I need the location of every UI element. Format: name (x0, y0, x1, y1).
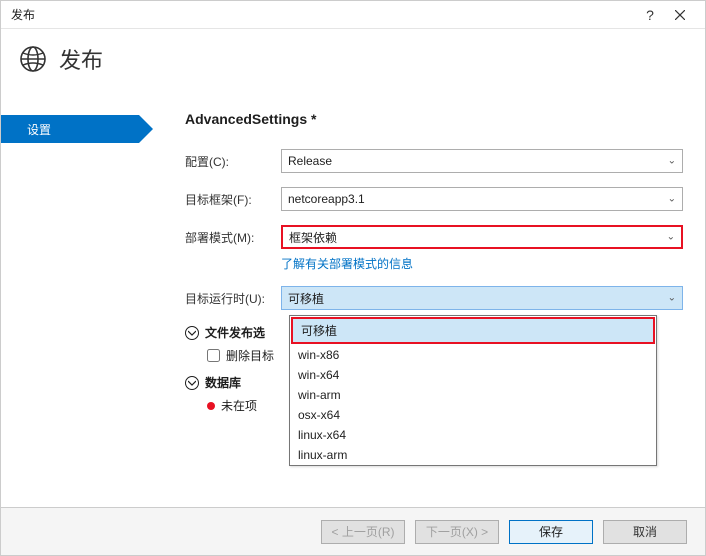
row-framework: 目标框架(F): netcoreapp3.1 ⌄ (185, 187, 683, 211)
titlebar: 发布 ? (1, 1, 705, 29)
chevron-down-icon: ⌄ (668, 293, 676, 304)
collapse-icon (185, 376, 199, 390)
close-button[interactable] (665, 7, 695, 23)
page-title: 发布 (59, 43, 103, 75)
dropdown-option[interactable]: linux-arm (290, 445, 656, 465)
delete-target-label: 删除目标 (226, 347, 274, 364)
sidebar-tab-settings[interactable]: 设置 (1, 115, 139, 143)
runtime-value: 可移植 (288, 290, 324, 307)
deploy-mode-select[interactable]: 框架依赖 ⌄ (281, 225, 683, 249)
dropdown-option[interactable]: 可移植 (291, 317, 655, 344)
deploy-mode-label: 部署模式(M): (185, 229, 281, 246)
section-title: AdvancedSettings * (185, 111, 683, 127)
prev-button[interactable]: < 上一页(R) (321, 520, 405, 544)
config-value: Release (288, 154, 332, 168)
sidebar: 设置 (1, 93, 179, 424)
config-select[interactable]: Release ⌄ (281, 149, 683, 173)
save-button[interactable]: 保存 (509, 520, 593, 544)
dropdown-option[interactable]: win-x86 (290, 345, 656, 365)
framework-label: 目标框架(F): (185, 191, 281, 208)
chevron-down-icon: ⌄ (667, 232, 675, 243)
runtime-dropdown[interactable]: 可移植 win-x86 win-x64 win-arm osx-x64 linu… (289, 315, 657, 466)
runtime-label: 目标运行时(U): (185, 290, 281, 307)
db-note: 未在项 (221, 397, 257, 414)
deploy-info-link[interactable]: 了解有关部署模式的信息 (281, 255, 683, 272)
dropdown-option[interactable]: win-x64 (290, 365, 656, 385)
dropdown-option[interactable]: win-arm (290, 385, 656, 405)
row-deploy-mode: 部署模式(M): 框架依赖 ⌄ (185, 225, 683, 249)
config-label: 配置(C): (185, 153, 281, 170)
dropdown-option[interactable]: linux-x64 (290, 425, 656, 445)
row-config: 配置(C): Release ⌄ (185, 149, 683, 173)
footer: < 上一页(R) 下一页(X) > 保存 取消 (1, 507, 705, 555)
framework-select[interactable]: netcoreapp3.1 ⌄ (281, 187, 683, 211)
cancel-button[interactable]: 取消 (603, 520, 687, 544)
help-button[interactable]: ? (635, 7, 665, 23)
window-title: 发布 (11, 6, 635, 23)
row-runtime: 目标运行时(U): 可移植 ⌄ (185, 286, 683, 310)
collapse-icon (185, 326, 199, 340)
group-file-publish-title: 文件发布选 (205, 324, 265, 341)
header: 发布 (1, 29, 705, 93)
dropdown-option[interactable]: osx-x64 (290, 405, 656, 425)
runtime-select[interactable]: 可移植 ⌄ (281, 286, 683, 310)
framework-value: netcoreapp3.1 (288, 192, 365, 206)
delete-target-checkbox[interactable] (207, 349, 220, 362)
deploy-mode-value: 框架依赖 (289, 229, 337, 246)
chevron-down-icon: ⌄ (668, 194, 676, 205)
next-button[interactable]: 下一页(X) > (415, 520, 499, 544)
chevron-down-icon: ⌄ (668, 156, 676, 167)
status-dot-icon (207, 402, 215, 410)
group-database-title: 数据库 (205, 374, 241, 391)
globe-icon (19, 45, 47, 73)
